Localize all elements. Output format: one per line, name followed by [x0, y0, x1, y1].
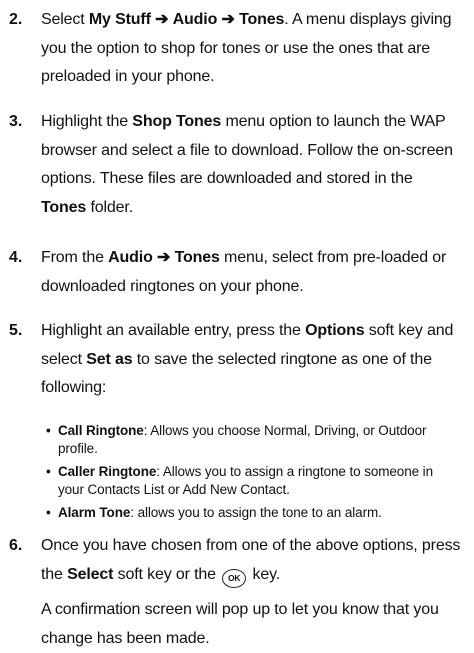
confirmation-note: A confirmation screen will pop up to let… — [41, 601, 439, 647]
bullet-icon: • — [46, 423, 51, 438]
ok-key-icon: OK — [222, 568, 247, 588]
list-item: • Alarm Tone: allows you to assign the t… — [46, 505, 382, 520]
step-number: 3. — [9, 113, 23, 130]
arrow-right-icon: ➔ — [157, 249, 171, 266]
step-text: Once you have chosen from one of the abo… — [41, 532, 462, 589]
bullet-icon: • — [46, 464, 51, 479]
ringtone-type-list: • Call Ringtone: Allows you choose Norma… — [46, 422, 460, 522]
step-text: Highlight an available entry, press the … — [41, 322, 454, 397]
step-text: Select My Stuff ➔ Audio ➔ Tones. A menu … — [41, 11, 452, 86]
step-number: 6. — [9, 537, 23, 554]
step-number: 2. — [9, 11, 23, 28]
step-text: Highlight the Shop Tones menu option to … — [41, 113, 453, 216]
bullet-icon: • — [46, 505, 51, 520]
arrow-right-icon: ➔ — [221, 11, 235, 28]
arrow-right-icon: ➔ — [155, 11, 169, 28]
step-number: 4. — [9, 249, 23, 266]
step-text: From the Audio ➔ Tones menu, select from… — [41, 249, 447, 295]
manual-page: 2. Select My Stuff ➔ Audio ➔ Tones. A me… — [0, 0, 474, 647]
list-item: • Caller Ringtone: Allows you to assign … — [46, 464, 433, 497]
step-number: 5. — [9, 322, 23, 339]
list-item: • Call Ringtone: Allows you choose Norma… — [46, 423, 427, 456]
